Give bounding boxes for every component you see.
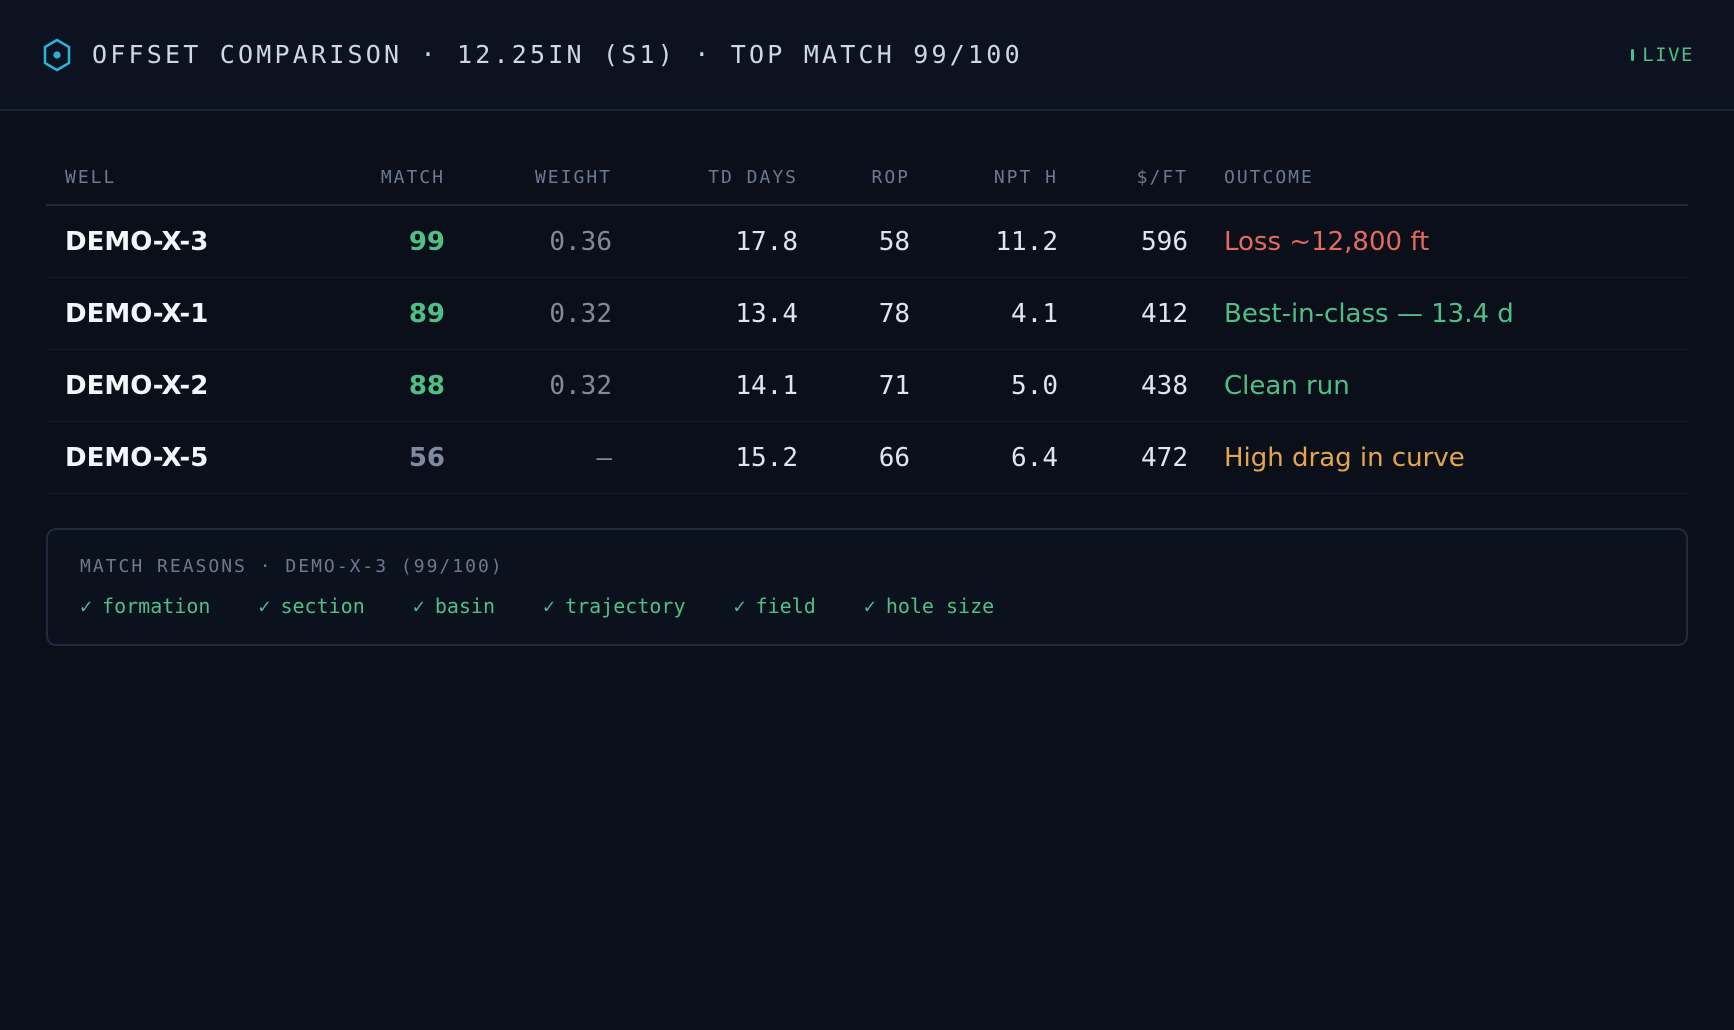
check-icon: ✓: [733, 594, 746, 618]
offset-table: WELL MATCH WEIGHT TD DAYS ROP NPT H $/FT…: [46, 150, 1688, 494]
header-bar: OFFSET COMPARISON · 12.25IN (S1) · TOP M…: [0, 0, 1734, 111]
reason-label: basin: [434, 594, 496, 618]
npt-h-value: 6.4: [1011, 443, 1058, 473]
cost-per-ft-value: 438: [1141, 371, 1188, 401]
cost-per-ft-value: 596: [1141, 227, 1188, 257]
match-score: 88: [408, 371, 445, 401]
well-name: DEMO-X-1: [65, 299, 209, 329]
outcome-text: Clean run: [1224, 371, 1350, 401]
check-icon: ✓: [258, 594, 271, 618]
rop-value: 78: [878, 299, 910, 329]
check-icon: ✓: [863, 594, 876, 618]
td-days-value: 13.4: [735, 299, 798, 329]
column-header-weight[interactable]: WEIGHT: [535, 167, 612, 188]
table-row[interactable]: DEMO-X-5 56 — 15.2 66 6.4 472 High drag …: [46, 422, 1688, 494]
reason-item: ✓ formation: [80, 594, 210, 618]
well-name: DEMO-X-2: [65, 371, 209, 401]
weight-value: 0.32: [549, 371, 612, 401]
reason-item: ✓ trajectory: [543, 594, 685, 618]
reason-label: formation: [102, 594, 211, 618]
check-icon: ✓: [412, 594, 425, 618]
reason-item: ✓ section: [258, 594, 364, 618]
reason-label: field: [755, 594, 816, 618]
match-score: 89: [408, 299, 445, 329]
weight-value: 0.36: [549, 227, 612, 257]
cost-per-ft-value: 472: [1141, 443, 1188, 473]
cost-per-ft-value: 412: [1141, 299, 1188, 329]
well-name: DEMO-X-5: [65, 443, 209, 473]
npt-h-value: 11.2: [995, 227, 1058, 257]
match-reasons-title: MATCH REASONS · DEMO-X-3 (99/100): [80, 556, 504, 577]
column-header-td-days[interactable]: TD DAYS: [708, 167, 798, 188]
outcome-text: Loss ~12,800 ft: [1224, 227, 1430, 257]
hexagon-logo-icon: [43, 38, 71, 72]
reason-item: ✓ field: [734, 594, 816, 618]
column-header-cost-per-ft[interactable]: $/FT: [1137, 167, 1188, 188]
npt-h-value: 4.1: [1011, 299, 1058, 329]
rop-value: 58: [878, 227, 910, 257]
table-row[interactable]: DEMO-X-2 88 0.32 14.1 71 5.0 438 Clean r…: [46, 350, 1688, 422]
check-icon: ✓: [543, 594, 556, 618]
page-title: OFFSET COMPARISON · 12.25IN (S1) · TOP M…: [92, 40, 1023, 69]
weight-value: 0.32: [549, 299, 612, 329]
column-header-well[interactable]: WELL: [65, 167, 116, 188]
reason-item: ✓ hole size: [864, 594, 994, 618]
live-indicator: LIVE: [1631, 42, 1694, 68]
check-icon: ✓: [80, 594, 93, 618]
weight-value: —: [596, 443, 612, 473]
reason-label: trajectory: [565, 594, 686, 618]
table-header: WELL MATCH WEIGHT TD DAYS ROP NPT H $/FT…: [46, 150, 1688, 206]
live-dot-icon: [1631, 49, 1635, 61]
reason-item: ✓ basin: [413, 594, 495, 618]
td-days-value: 14.1: [735, 371, 798, 401]
column-header-match[interactable]: MATCH: [381, 167, 445, 188]
reason-label: hole size: [885, 594, 995, 618]
outcome-text: High drag in curve: [1224, 443, 1465, 473]
column-header-outcome[interactable]: OUTCOME: [1224, 167, 1314, 188]
td-days-value: 15.2: [735, 443, 798, 473]
well-name: DEMO-X-3: [65, 227, 209, 257]
table-row[interactable]: DEMO-X-3 99 0.36 17.8 58 11.2 596 Loss ~…: [46, 206, 1688, 278]
column-header-rop[interactable]: ROP: [871, 167, 910, 188]
match-reasons-panel: MATCH REASONS · DEMO-X-3 (99/100) ✓ form…: [46, 528, 1688, 646]
match-reasons-list: ✓ formation ✓ section ✓ basin ✓ trajecto…: [80, 594, 994, 618]
npt-h-value: 5.0: [1011, 371, 1058, 401]
td-days-value: 17.8: [735, 227, 798, 257]
match-score: 99: [408, 227, 445, 257]
match-score: 56: [408, 443, 445, 473]
rop-value: 66: [878, 443, 910, 473]
live-label: LIVE: [1642, 44, 1694, 66]
rop-value: 71: [878, 371, 910, 401]
outcome-text: Best-in-class — 13.4 d: [1224, 299, 1514, 329]
reason-label: section: [280, 594, 365, 618]
column-header-npt-h[interactable]: NPT H: [994, 167, 1058, 188]
table-row[interactable]: DEMO-X-1 89 0.32 13.4 78 4.1 412 Best-in…: [46, 278, 1688, 350]
